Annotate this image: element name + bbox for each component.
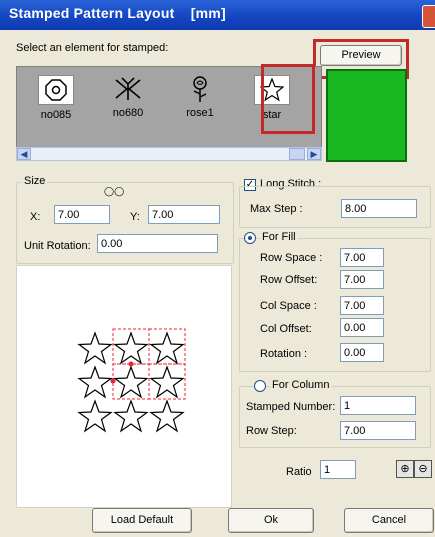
for-column-radio[interactable] [254,380,266,392]
stamped-number-label: Stamped Number: [246,401,336,413]
row-space-label: Row Space : [260,252,323,264]
stamp-preview-swatch [326,69,407,162]
col-space-input[interactable] [340,296,384,315]
size-group-label: Size [22,175,48,187]
x-size-input[interactable] [54,205,110,224]
select-element-label: Select an element for stamped: [16,42,169,54]
star-rows [78,332,184,432]
layout-preview-canvas[interactable] [16,265,232,508]
octagon-circle-icon [38,75,74,105]
rotation-label: Rotation : [260,348,308,360]
close-button[interactable] [422,5,435,28]
for-fill-radio[interactable] [244,232,256,244]
row-step-input[interactable] [340,421,416,440]
for-fill-label: For Fill [260,231,298,243]
stamped-number-input[interactable] [340,396,416,415]
unit-rotation-label: Unit Rotation: [24,240,91,252]
max-step-input[interactable] [341,199,417,218]
star-pattern-preview [78,328,186,432]
title-bar: Stamped Pattern Layout [mm] [0,0,435,30]
element-list-scrollbar[interactable]: ◀ ▶ [16,147,322,161]
cancel-button[interactable]: Cancel [344,508,434,533]
ratio-input[interactable] [320,460,356,479]
ornament-icon [111,75,145,103]
row-space-input[interactable] [340,248,384,267]
ok-button[interactable]: Ok [228,508,314,533]
x-label: X: [30,211,41,223]
y-label: Y: [130,211,140,223]
element-item-no680[interactable]: no680 [98,75,158,119]
row-offset-label: Row Offset: [260,274,318,286]
element-item-no085[interactable]: no085 [26,75,86,121]
col-offset-input[interactable] [340,318,384,337]
for-column-label: For Column [270,379,332,391]
scroll-right-button[interactable]: ▶ [307,148,321,160]
ratio-label: Ratio [286,466,312,478]
col-offset-label: Col Offset: [260,323,312,335]
row-step-label: Row Step: [246,425,297,437]
link-chain-icon[interactable]: ◯◯ [104,186,124,197]
unit-rotation-input[interactable] [97,234,218,253]
row-offset-input[interactable] [340,270,384,289]
window-title: Stamped Pattern Layout [mm] [9,5,226,21]
element-item-rose1[interactable]: rose1 [170,75,230,119]
element-name: rose1 [186,107,214,119]
scroll-thumb[interactable] [289,148,305,160]
stamped-pattern-window: Stamped Pattern Layout [mm] Select an el… [0,0,435,537]
zoom-in-icon[interactable]: ⊕ [396,460,414,478]
rotation-input[interactable] [340,343,384,362]
star-selection-highlight [261,64,315,134]
anchor-point [110,378,116,384]
anchor-point [128,361,134,367]
load-default-button[interactable]: Load Default [92,508,192,533]
rose-icon [183,75,217,103]
y-size-input[interactable] [148,205,220,224]
zoom-out-icon[interactable]: ⊖ [414,460,432,478]
scroll-left-button[interactable]: ◀ [17,148,31,160]
element-name: no680 [112,107,144,119]
col-space-label: Col Space : [260,300,317,312]
element-name: no085 [40,109,72,121]
max-step-label: Max Step : [250,203,303,215]
